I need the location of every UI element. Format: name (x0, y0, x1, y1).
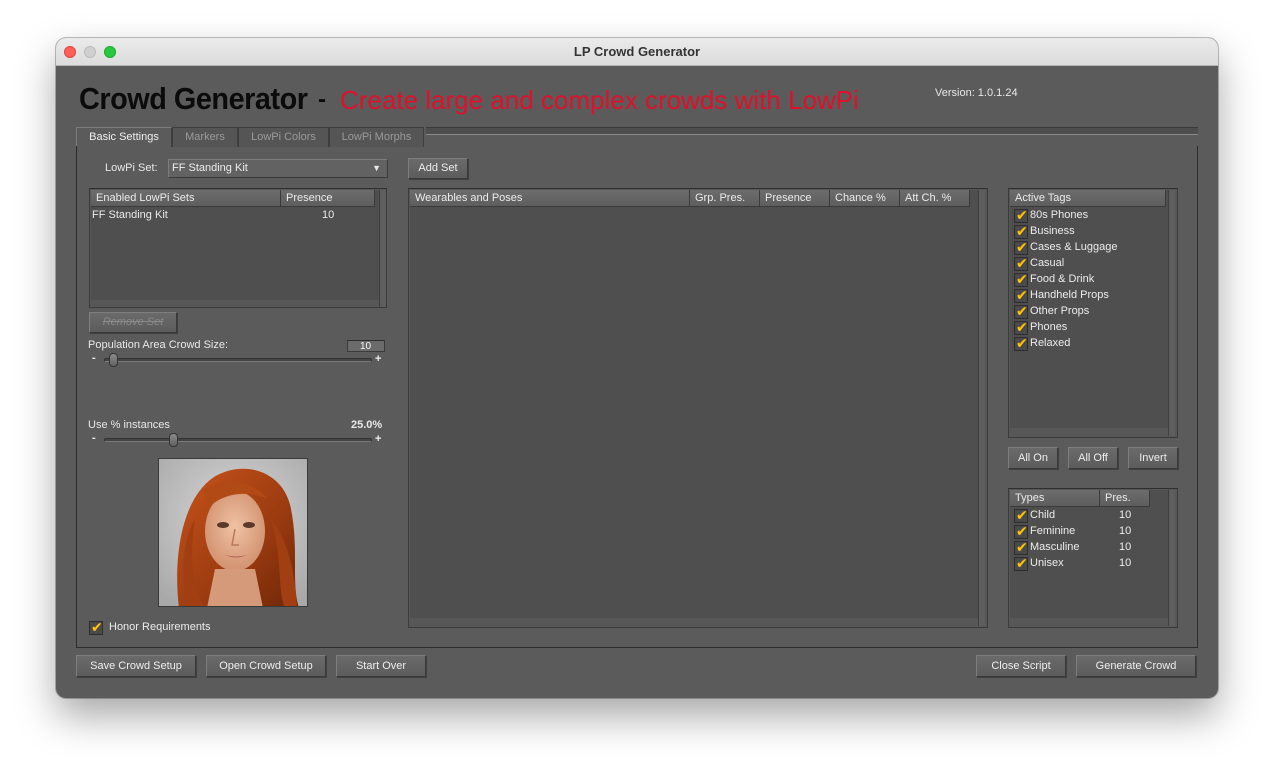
app-window: LP Crowd Generator Crowd Generator - Cre… (56, 38, 1218, 698)
invert-button[interactable]: Invert (1128, 447, 1178, 469)
save-crowd-setup-button[interactable]: Save Crowd Setup (76, 655, 196, 677)
tab-basic-settings[interactable]: Basic Settings (76, 127, 172, 147)
tag-business[interactable]: ✔ Business (1014, 223, 1164, 240)
version-label: Version: 1.0.1.24 (935, 87, 1018, 99)
generate-crowd-button[interactable]: Generate Crowd (1076, 655, 1196, 677)
checkmark-icon: ✔ (1016, 239, 1028, 255)
open-crowd-setup-button[interactable]: Open Crowd Setup (206, 655, 326, 677)
all-off-button[interactable]: All Off (1068, 447, 1118, 469)
enabled-set-name[interactable]: FF Standing Kit (92, 209, 168, 221)
lowpi-set-label: LowPi Set: (105, 162, 158, 174)
title-bar: LP Crowd Generator (56, 38, 1218, 66)
checkmark-icon: ✔ (1016, 507, 1028, 523)
checkmark-icon: ✔ (1016, 255, 1028, 271)
tag-relaxed[interactable]: ✔ Relaxed (1014, 335, 1164, 352)
remove-set-button[interactable]: Remove Set (89, 312, 177, 333)
tag-phones[interactable]: ✔ Phones (1014, 319, 1164, 336)
all-on-button[interactable]: All On (1008, 447, 1058, 469)
instances-slider[interactable] (104, 438, 372, 442)
checkmark-icon: ✔ (1016, 223, 1028, 239)
tag-casual[interactable]: ✔ Casual (1014, 255, 1164, 272)
instances-label: Use % instances (88, 419, 170, 431)
crowd-size-label: Population Area Crowd Size: (88, 339, 229, 351)
tag-80s-phones[interactable]: ✔ 80s Phones (1014, 207, 1164, 224)
checkmark-icon: ✔ (1016, 335, 1028, 351)
instances-slider-thumb[interactable] (168, 433, 178, 447)
presence-col-header[interactable]: Presence (760, 190, 830, 207)
tag-handheld-props[interactable]: ✔ Handheld Props (1014, 287, 1164, 304)
tag-food-drink[interactable]: ✔ Food & Drink (1014, 271, 1164, 288)
close-script-button[interactable]: Close Script (976, 655, 1066, 677)
crowd-size-max-icon: + (375, 353, 382, 365)
checkmark-icon: ✔ (1016, 539, 1028, 555)
type-child[interactable]: ✔ Child 10 (1014, 507, 1164, 524)
att-chance-header[interactable]: Att Ch. % (900, 190, 970, 207)
tag-cases-luggage[interactable]: ✔ Cases & Luggage (1014, 239, 1164, 256)
title-separator: - (318, 86, 326, 113)
checkmark-icon: ✔ (1016, 319, 1028, 335)
checkmark-icon: ✔ (91, 619, 103, 635)
presence-header[interactable]: Presence (281, 190, 375, 207)
honor-requirements-label: Honor Requirements (109, 621, 211, 633)
portrait-image (159, 459, 307, 606)
tab-lowpi-morphs[interactable]: LowPi Morphs (329, 127, 424, 147)
instances-value: 25.0% (351, 419, 383, 431)
types-list[interactable]: Types Pres. ✔ Child 10 ✔ Feminine 10 ✔ Mascul… (1008, 488, 1178, 628)
honor-requirements-checkbox[interactable]: ✔ Honor Requirements (89, 619, 239, 636)
checkmark-icon: ✔ (1016, 207, 1028, 223)
active-tags-header[interactable]: Active Tags (1010, 190, 1166, 207)
chevron-down-icon: ▼ (372, 163, 381, 173)
active-tags-scrollbar[interactable] (1168, 190, 1175, 436)
chance-header[interactable]: Chance % (830, 190, 900, 207)
app-title: Crowd Generator (79, 81, 308, 116)
window-title: LP Crowd Generator (573, 44, 701, 59)
tag-other-props[interactable]: ✔ Other Props (1014, 303, 1164, 320)
instances-min-icon: - (92, 432, 96, 444)
preview-portrait (158, 458, 308, 607)
tab-bar-fill (426, 127, 1198, 135)
start-over-button[interactable]: Start Over (336, 655, 426, 677)
tab-markers[interactable]: Markers (172, 127, 238, 147)
enabled-sets-header[interactable]: Enabled LowPi Sets (91, 190, 281, 207)
lowpi-set-value: FF Standing Kit (172, 162, 248, 174)
checkmark-icon: ✔ (1016, 523, 1028, 539)
crowd-size-slider[interactable] (104, 358, 372, 362)
checkmark-icon: ✔ (1016, 303, 1028, 319)
active-tags-list[interactable]: Active Tags ✔ 80s Phones ✔ Business ✔ Cases… (1008, 188, 1178, 438)
type-masculine[interactable]: ✔ Masculine 10 (1014, 539, 1164, 556)
type-feminine[interactable]: ✔ Feminine 10 (1014, 523, 1164, 540)
tab-lowpi-colors[interactable]: LowPi Colors (238, 127, 329, 147)
checkmark-icon: ✔ (1016, 271, 1028, 287)
crowd-size-input[interactable]: 10 (347, 340, 385, 352)
type-unisex[interactable]: ✔ Unisex 10 (1014, 555, 1164, 572)
types-header[interactable]: Types (1010, 490, 1100, 507)
add-set-button[interactable]: Add Set (408, 158, 468, 179)
instances-max-icon: + (375, 433, 382, 445)
grp-pres-header[interactable]: Grp. Pres. (690, 190, 760, 207)
crowd-size-min-icon: - (92, 352, 96, 364)
app-subtitle: Create large and complex crowds with Low… (340, 85, 859, 115)
enabled-sets-scrollbar[interactable] (379, 190, 386, 307)
types-scrollbar[interactable] (1168, 490, 1175, 626)
lowpi-set-dropdown[interactable]: FF Standing Kit ▼ (168, 159, 388, 178)
wearables-header[interactable]: Wearables and Poses (410, 190, 690, 207)
checkbox[interactable]: ✔ (89, 619, 103, 635)
checkmark-icon: ✔ (1016, 287, 1028, 303)
wearables-scrollbar[interactable] (978, 190, 985, 626)
pres-header[interactable]: Pres. (1100, 490, 1150, 507)
crowd-size-slider-thumb[interactable] (109, 353, 119, 367)
checkmark-icon: ✔ (1016, 555, 1028, 571)
enabled-set-presence[interactable]: 10 (322, 209, 334, 221)
enabled-sets-list[interactable]: Enabled LowPi Sets Presence FF Standing … (89, 188, 387, 308)
wearables-list[interactable]: Wearables and Poses Grp. Pres. Presence … (408, 188, 988, 628)
